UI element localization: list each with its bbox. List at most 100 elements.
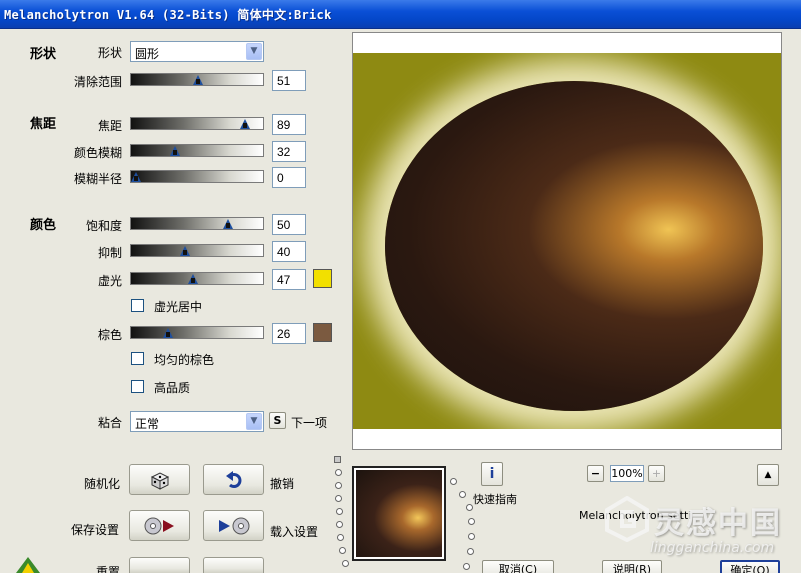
- zoom-in-button[interactable]: +: [648, 465, 665, 482]
- collapse-up-button[interactable]: ▲: [757, 464, 779, 486]
- slider-thumb[interactable]: [162, 328, 173, 338]
- brown-slider[interactable]: [130, 326, 264, 339]
- chain-dot: [334, 456, 341, 463]
- extra-button[interactable]: [203, 557, 264, 573]
- high-quality-checkbox[interactable]: [131, 380, 144, 393]
- chain-dot: [336, 508, 343, 515]
- randomize-button[interactable]: [129, 464, 190, 495]
- vignette-color-swatch[interactable]: [313, 269, 332, 288]
- vignette-field[interactable]: 47: [272, 269, 306, 290]
- suppress-slider[interactable]: [130, 244, 264, 257]
- blur-radius-field[interactable]: 0: [272, 167, 306, 188]
- chain-dot: [463, 563, 470, 570]
- slider-thumb[interactable]: [193, 75, 204, 85]
- blend-label: 粘合: [97, 416, 122, 430]
- color-blur-label: 颜色模糊: [73, 146, 122, 160]
- slider-thumb[interactable]: [239, 119, 250, 129]
- chain-dot: [468, 518, 475, 525]
- slider-thumb[interactable]: [179, 246, 190, 256]
- saturation-field[interactable]: 50: [272, 214, 306, 235]
- title-bar: Melancholytron V1.64 (32-Bits) 简体中文:Bric…: [0, 0, 801, 29]
- high-quality-label: 高品质: [154, 381, 191, 395]
- blend-select-value: 正常: [135, 417, 160, 431]
- saturation-slider[interactable]: [130, 217, 264, 230]
- shape-select-value: 圆形: [135, 47, 160, 61]
- blur-radius-label: 模糊半径: [73, 172, 122, 186]
- saturation-label: 饱和度: [85, 219, 122, 233]
- color-blur-field[interactable]: 32: [272, 141, 306, 162]
- load-settings-button[interactable]: [203, 510, 264, 541]
- slider-thumb[interactable]: [188, 274, 199, 284]
- chain-dot: [335, 469, 342, 476]
- blur-radius-slider[interactable]: [130, 170, 264, 183]
- save-disc-icon: [143, 517, 177, 535]
- thumbnail-image: [356, 470, 442, 557]
- chain-dot: [339, 547, 346, 554]
- load-settings-label: 载入设置: [270, 525, 319, 539]
- brown-label: 棕色: [97, 328, 122, 342]
- vignette-center-checkbox[interactable]: [131, 299, 144, 312]
- window-title: Melancholytron V1.64 (32-Bits) 简体中文:Bric…: [4, 8, 332, 22]
- shape-select[interactable]: 圆形 ▼: [130, 41, 264, 62]
- watermark-logo-icon: [605, 496, 649, 542]
- chain-dot: [335, 495, 342, 502]
- preview-canvas[interactable]: [352, 32, 782, 450]
- reset-button[interactable]: [129, 557, 190, 573]
- chain-dot: [466, 504, 473, 511]
- clear-range-slider[interactable]: [130, 73, 264, 86]
- chain-dot: [459, 491, 466, 498]
- watermark: 灵感中国 lingganchina.com: [590, 492, 800, 573]
- chain-dot: [342, 560, 349, 567]
- preview-thumbnail[interactable]: [352, 466, 446, 561]
- zoom-field[interactable]: 100%: [610, 465, 644, 482]
- chain-dot: [450, 478, 457, 485]
- focus-field[interactable]: 89: [272, 114, 306, 135]
- chevron-down-icon[interactable]: ▼: [246, 413, 262, 430]
- chevron-down-icon[interactable]: ▼: [246, 43, 262, 60]
- plugin-logo-icon: [14, 555, 42, 573]
- zoom-out-button[interactable]: −: [587, 465, 604, 482]
- slider-thumb[interactable]: [222, 219, 233, 229]
- chain-dot: [337, 534, 344, 541]
- suppress-label: 抑制: [97, 246, 122, 260]
- shape-label: 形状: [97, 46, 122, 60]
- vignette-slider[interactable]: [130, 272, 264, 285]
- even-brown-checkbox[interactable]: [131, 352, 144, 365]
- suppress-field[interactable]: 40: [272, 241, 306, 262]
- randomize-label: 随机化: [84, 477, 121, 491]
- preview-image: [353, 53, 781, 429]
- watermark-url: lingganchina.com: [650, 540, 775, 556]
- undo-arrow-icon: [224, 470, 244, 490]
- cancel-button[interactable]: 取消(C): [482, 560, 554, 573]
- slider-thumb[interactable]: [170, 146, 181, 156]
- focus-label: 焦距: [97, 119, 122, 133]
- load-disc-icon: [217, 517, 251, 535]
- chain-dot: [467, 548, 474, 555]
- quick-guide-label[interactable]: 快速指南: [473, 491, 517, 507]
- dice-icon: [149, 470, 171, 490]
- vignette-center-label: 虚光居中: [154, 300, 203, 314]
- chain-dot: [468, 533, 475, 540]
- brown-color-swatch[interactable]: [313, 323, 332, 342]
- focus-slider[interactable]: [130, 117, 264, 130]
- undo-label: 撤销: [270, 477, 295, 491]
- reset-label: 重置: [96, 565, 121, 573]
- info-button[interactable]: i: [481, 462, 503, 486]
- save-settings-button[interactable]: [129, 510, 190, 541]
- s-button[interactable]: S: [269, 412, 286, 429]
- chain-dot: [336, 521, 343, 528]
- clear-range-field[interactable]: 51: [272, 70, 306, 91]
- slider-thumb[interactable]: [131, 172, 141, 182]
- watermark-brand: 灵感中国: [654, 506, 782, 541]
- next-item-link[interactable]: 下一项: [291, 414, 327, 431]
- clear-range-label: 清除范围: [73, 75, 122, 89]
- save-settings-label: 保存设置: [71, 523, 120, 537]
- vignette-label: 虚光: [97, 274, 122, 288]
- brown-field[interactable]: 26: [272, 323, 306, 344]
- color-blur-slider[interactable]: [130, 144, 264, 157]
- even-brown-label: 均匀的棕色: [154, 353, 215, 367]
- vignette-ellipse: [385, 81, 763, 411]
- undo-button[interactable]: [203, 464, 264, 495]
- chain-dot: [335, 482, 342, 489]
- blend-select[interactable]: 正常 ▼: [130, 411, 264, 432]
